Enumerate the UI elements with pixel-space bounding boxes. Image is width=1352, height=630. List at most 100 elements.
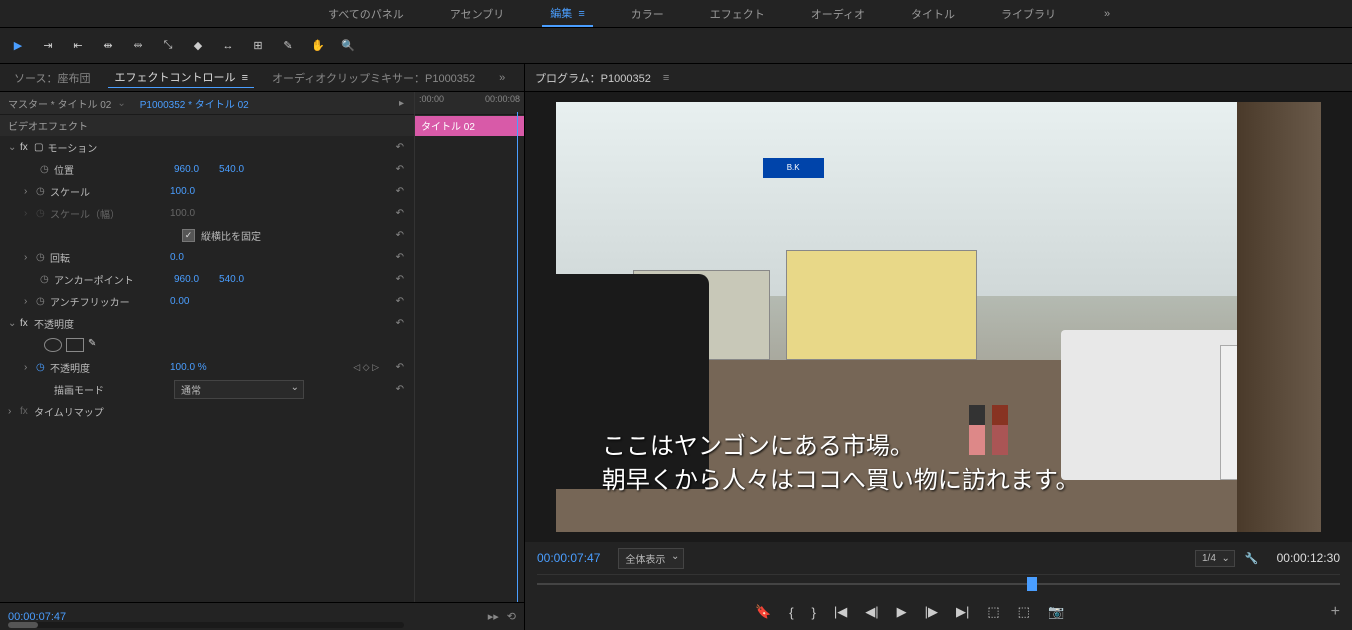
settings-wrench-icon[interactable]: 🔧	[1245, 552, 1259, 565]
stopwatch-active-icon[interactable]: ◷	[36, 362, 50, 373]
blend-mode-select[interactable]: 通常	[174, 380, 304, 399]
fit-select[interactable]: 全体表示	[618, 548, 684, 569]
header-play-icon[interactable]: ▸	[399, 98, 404, 109]
expand-icon[interactable]: ›	[24, 186, 36, 197]
pen-tool-icon[interactable]: ✎	[280, 38, 296, 54]
rate-stretch-icon[interactable]: ⤡	[160, 38, 176, 54]
workspace-tab-all[interactable]: すべてのパネル	[320, 2, 412, 26]
workspace-overflow-icon[interactable]: »	[1094, 8, 1120, 20]
program-scrubber[interactable]	[537, 574, 1340, 594]
reset-icon[interactable]: ↶	[396, 252, 404, 263]
rectangle-mask-icon[interactable]	[66, 338, 84, 352]
workspace-tab-titles[interactable]: タイトル	[903, 2, 963, 26]
opacity-value[interactable]: 100.0 %	[170, 362, 207, 373]
selection-tool-icon[interactable]: ▶	[10, 38, 26, 54]
track-select-forward-icon[interactable]: ⇥	[40, 38, 56, 54]
anchor-x-value[interactable]: 960.0	[174, 274, 199, 285]
step-forward-icon[interactable]: |▶	[925, 604, 938, 620]
reset-icon[interactable]: ↶	[396, 208, 404, 219]
fx-badge-icon[interactable]: fx	[20, 406, 34, 417]
sequence-clip-label[interactable]: P1000352 * タイトル 02	[140, 96, 249, 111]
video-subtitle: ここはヤンゴンにある市場。 朝早くから人々はココへ買い物に訪れます。	[602, 430, 1275, 497]
reset-icon[interactable]: ↶	[396, 318, 404, 329]
workspace-tab-assembly[interactable]: アセンブリ	[442, 2, 512, 26]
expand-icon[interactable]: ›	[24, 296, 36, 307]
stopwatch-icon[interactable]: ◷	[40, 274, 54, 285]
razor-tool-icon[interactable]: ◆	[190, 38, 206, 54]
effect-controls-tab[interactable]: エフェクトコントロール ≡	[108, 67, 254, 88]
reset-icon[interactable]: ↶	[396, 186, 404, 197]
audio-clip-mixer-tab[interactable]: オーディオクリップミキサー：P1000352	[266, 68, 481, 88]
hand-tool-icon[interactable]: ✋	[310, 38, 326, 54]
stopwatch-icon[interactable]: ◷	[40, 164, 54, 175]
workspace-tab-effects[interactable]: エフェクト	[702, 2, 773, 26]
current-timecode[interactable]: 00:00:07:47	[537, 551, 600, 565]
slide-tool-icon[interactable]: ⊞	[250, 38, 266, 54]
reset-icon[interactable]: ↶	[396, 296, 404, 307]
mini-timeline-track[interactable]	[414, 112, 524, 602]
go-to-in-icon[interactable]: |◀	[834, 604, 847, 620]
footer-loop-icon[interactable]: ⟲	[507, 610, 516, 623]
track-select-backward-icon[interactable]: ⇤	[70, 38, 86, 54]
reset-icon[interactable]: ↶	[396, 142, 404, 153]
reset-icon[interactable]: ↶	[396, 230, 404, 241]
reset-icon[interactable]: ↶	[396, 164, 404, 175]
uniform-scale-label: 縦横比を固定	[201, 228, 321, 243]
program-label: プログラム：P1000352	[535, 70, 651, 86]
panel-overflow-icon[interactable]: »	[493, 72, 511, 84]
workspace-tab-audio[interactable]: オーディオ	[803, 2, 873, 26]
expand-icon[interactable]: ⌄	[8, 142, 20, 153]
stopwatch-icon[interactable]: ◷	[36, 252, 50, 263]
position-x-value[interactable]: 960.0	[174, 164, 199, 175]
ellipse-mask-icon[interactable]	[44, 338, 62, 352]
scale-value[interactable]: 100.0	[170, 186, 195, 197]
anchor-y-value[interactable]: 540.0	[219, 274, 244, 285]
footer-play-icon[interactable]: ▸▸	[488, 610, 499, 623]
mini-playhead[interactable]	[517, 112, 518, 602]
extract-icon[interactable]: ⬚	[1018, 604, 1030, 620]
workspace-tab-color[interactable]: カラー	[623, 2, 672, 26]
step-back-icon[interactable]: ◀|	[865, 604, 878, 620]
add-marker-icon[interactable]: 🔖	[755, 604, 771, 620]
master-clip-label[interactable]: マスター * タイトル 02	[8, 96, 111, 111]
fx-badge-icon[interactable]: fx	[20, 142, 34, 153]
slip-tool-icon[interactable]: ↔	[220, 38, 236, 54]
transport-controls: 🔖 { } |◀ ◀| ▶ |▶ ▶| ⬚ ⬚ 📷 +	[525, 594, 1352, 630]
panel-menu-icon[interactable]: ≡	[663, 72, 669, 84]
mark-out-icon[interactable]: }	[812, 605, 816, 620]
keyframe-nav[interactable]: ◁ ◇ ▷	[353, 362, 379, 373]
rolling-edit-icon[interactable]: ⥈	[130, 38, 146, 54]
resolution-select[interactable]: 1/4	[1195, 550, 1235, 567]
workspace-tab-editing[interactable]: 編集 ≡	[542, 1, 593, 27]
ripple-edit-icon[interactable]: ⇹	[100, 38, 116, 54]
play-icon[interactable]: ▶	[897, 604, 907, 620]
reset-icon[interactable]: ↶	[396, 362, 404, 373]
stopwatch-icon[interactable]: ◷	[36, 186, 50, 197]
mini-timeline-ruler[interactable]: :00:00 00:00:08	[414, 92, 524, 114]
scrubber-playhead[interactable]	[1027, 577, 1037, 591]
footer-timecode[interactable]: 00:00:07:47	[8, 611, 66, 623]
source-tab[interactable]: ソース：座布団	[8, 68, 96, 88]
fx-badge-icon[interactable]: fx	[20, 318, 34, 329]
zoom-tool-icon[interactable]: 🔍	[340, 38, 356, 54]
export-frame-icon[interactable]: 📷	[1048, 604, 1064, 620]
uniform-scale-checkbox[interactable]: ✓	[182, 229, 195, 242]
position-y-value[interactable]: 540.0	[219, 164, 244, 175]
antiflicker-value[interactable]: 0.00	[170, 296, 189, 307]
horizontal-scrollbar[interactable]	[8, 622, 404, 628]
expand-icon[interactable]: ›	[24, 362, 36, 373]
button-editor-icon[interactable]: +	[1331, 603, 1340, 621]
workspace-tab-libraries[interactable]: ライブラリ	[993, 2, 1064, 26]
expand-icon[interactable]: ›	[24, 252, 36, 263]
pen-mask-icon[interactable]: ✎	[88, 338, 96, 352]
reset-icon[interactable]: ↶	[396, 274, 404, 285]
reset-icon[interactable]: ↶	[396, 384, 404, 395]
go-to-out-icon[interactable]: ▶|	[956, 604, 969, 620]
mark-in-icon[interactable]: {	[789, 605, 793, 620]
stopwatch-icon[interactable]: ◷	[36, 296, 50, 307]
rotation-value[interactable]: 0.0	[170, 252, 184, 263]
program-viewer[interactable]: B.K ここはヤンゴンにある市場。 朝早くから人々はココへ買い物に訪れます。	[525, 92, 1352, 542]
expand-icon[interactable]: ›	[8, 406, 20, 417]
lift-icon[interactable]: ⬚	[987, 604, 999, 620]
expand-icon[interactable]: ⌄	[8, 318, 20, 329]
